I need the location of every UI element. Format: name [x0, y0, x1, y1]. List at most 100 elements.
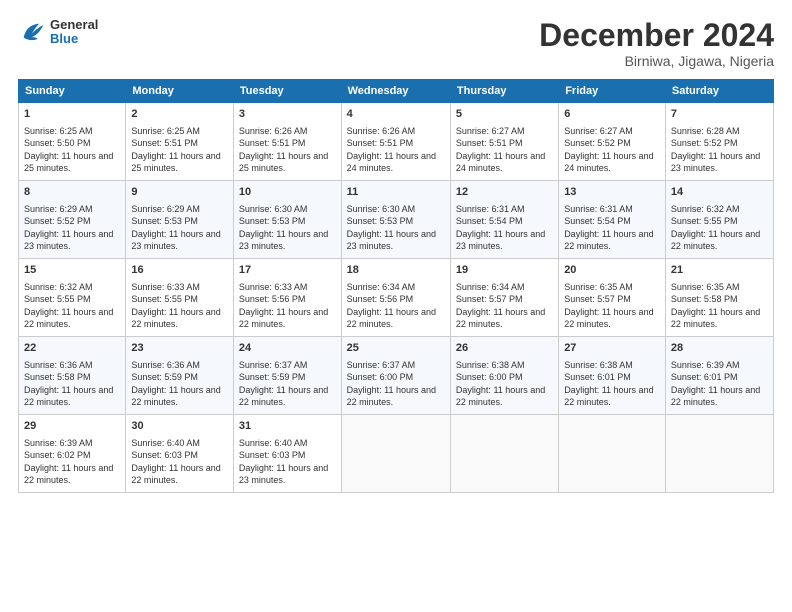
day-number: 6	[564, 107, 660, 122]
day-info: Sunset: 6:01 PM	[671, 371, 768, 384]
day-info: Sunset: 5:55 PM	[131, 293, 228, 306]
day-cell: 5Sunrise: 6:27 AMSunset: 5:51 PMDaylight…	[450, 103, 558, 181]
day-info: Daylight: 11 hours and 22 minutes.	[456, 306, 553, 331]
day-cell: 13Sunrise: 6:31 AMSunset: 5:54 PMDayligh…	[559, 181, 666, 259]
day-number: 14	[671, 185, 768, 200]
day-info: Sunrise: 6:29 AM	[131, 203, 228, 216]
day-info: Sunrise: 6:37 AM	[347, 359, 445, 372]
day-info: Sunset: 5:54 PM	[564, 215, 660, 228]
day-cell: 9Sunrise: 6:29 AMSunset: 5:53 PMDaylight…	[126, 181, 234, 259]
week-row-1: 1Sunrise: 6:25 AMSunset: 5:50 PMDaylight…	[19, 103, 774, 181]
day-number: 8	[24, 185, 120, 200]
day-number: 2	[131, 107, 228, 122]
day-cell: 25Sunrise: 6:37 AMSunset: 6:00 PMDayligh…	[341, 337, 450, 415]
day-number: 27	[564, 341, 660, 356]
day-info: Sunrise: 6:35 AM	[671, 281, 768, 294]
day-number: 4	[347, 107, 445, 122]
day-cell: 31Sunrise: 6:40 AMSunset: 6:03 PMDayligh…	[233, 415, 341, 493]
day-cell	[341, 415, 450, 493]
day-info: Sunrise: 6:39 AM	[671, 359, 768, 372]
day-info: Sunset: 5:54 PM	[456, 215, 553, 228]
day-cell: 30Sunrise: 6:40 AMSunset: 6:03 PMDayligh…	[126, 415, 234, 493]
day-info: Sunset: 5:53 PM	[239, 215, 336, 228]
day-cell: 27 Sunrise: 6:38 AMSunset: 6:01 PMDayligh…	[559, 337, 666, 415]
week-row-4: 22Sunrise: 6:36 AMSunset: 5:58 PMDayligh…	[19, 337, 774, 415]
day-cell: 1Sunrise: 6:25 AMSunset: 5:50 PMDaylight…	[19, 103, 126, 181]
day-cell: 3Sunrise: 6:26 AMSunset: 5:51 PMDaylight…	[233, 103, 341, 181]
day-info: Sunset: 6:03 PM	[239, 449, 336, 462]
day-info: Daylight: 11 hours and 22 minutes.	[131, 462, 228, 487]
day-info: Sunset: 5:53 PM	[347, 215, 445, 228]
day-info: Sunrise: 6:33 AM	[239, 281, 336, 294]
day-info: Sunrise: 6:40 AM	[239, 437, 336, 450]
day-number: 7	[671, 107, 768, 122]
day-info: Daylight: 11 hours and 23 minutes.	[347, 228, 445, 253]
page: General Blue December 2024 Birniwa, Jiga…	[0, 0, 792, 612]
day-info: Daylight: 11 hours and 22 minutes.	[24, 384, 120, 409]
weekday-header-row: SundayMondayTuesdayWednesdayThursdayFrid…	[19, 80, 774, 103]
logo-blue: Blue	[50, 32, 98, 46]
day-info: Daylight: 11 hours and 23 minutes.	[24, 228, 120, 253]
weekday-header-tuesday: Tuesday	[233, 80, 341, 103]
day-cell	[665, 415, 773, 493]
day-cell: 7Sunrise: 6:28 AMSunset: 5:52 PMDaylight…	[665, 103, 773, 181]
day-info: Daylight: 11 hours and 22 minutes.	[131, 384, 228, 409]
day-info: Sunrise: 6:26 AM	[347, 125, 445, 138]
day-info: Sunrise: 6:34 AM	[347, 281, 445, 294]
week-row-5: 29Sunrise: 6:39 AMSunset: 6:02 PMDayligh…	[19, 415, 774, 493]
day-info: Daylight: 11 hours and 22 minutes.	[671, 306, 768, 331]
day-info: Daylight: 11 hours and 24 minutes.	[456, 150, 553, 175]
day-cell: 17Sunrise: 6:33 AMSunset: 5:56 PMDayligh…	[233, 259, 341, 337]
location: Birniwa, Jigawa, Nigeria	[539, 53, 774, 69]
day-cell: 21Sunrise: 6:35 AMSunset: 5:58 PMDayligh…	[665, 259, 773, 337]
day-info: Sunrise: 6:38 AM	[456, 359, 553, 372]
day-info: Sunrise: 6:36 AM	[24, 359, 120, 372]
day-info: Daylight: 11 hours and 23 minutes.	[239, 228, 336, 253]
logo-general: General	[50, 18, 98, 32]
day-info: Sunset: 5:50 PM	[24, 137, 120, 150]
day-info: Sunset: 5:52 PM	[24, 215, 120, 228]
day-info: Sunrise: 6:38 AM	[564, 359, 660, 372]
day-info: Sunrise: 6:30 AM	[239, 203, 336, 216]
day-info: Sunrise: 6:26 AM	[239, 125, 336, 138]
day-cell: 18Sunrise: 6:34 AMSunset: 5:56 PMDayligh…	[341, 259, 450, 337]
day-number: 3	[239, 107, 336, 122]
day-info: Sunrise: 6:30 AM	[347, 203, 445, 216]
logo-text: General Blue	[50, 18, 98, 47]
day-cell: 20Sunrise: 6:35 AMSunset: 5:57 PMDayligh…	[559, 259, 666, 337]
day-number: 23	[131, 341, 228, 356]
day-cell: 8 Sunrise: 6:29 AMSunset: 5:52 PMDaylight…	[19, 181, 126, 259]
day-number: 25	[347, 341, 445, 356]
day-info: Sunrise: 6:25 AM	[131, 125, 228, 138]
day-number: 26	[456, 341, 553, 356]
day-info: Sunset: 5:52 PM	[564, 137, 660, 150]
day-number: 17	[239, 263, 336, 278]
day-number: 9	[131, 185, 228, 200]
day-cell: 2Sunrise: 6:25 AMSunset: 5:51 PMDaylight…	[126, 103, 234, 181]
day-info: Sunrise: 6:35 AM	[564, 281, 660, 294]
day-info: Sunrise: 6:27 AM	[564, 125, 660, 138]
day-info: Sunset: 6:01 PM	[564, 371, 660, 384]
day-info: Daylight: 11 hours and 22 minutes.	[564, 384, 660, 409]
weekday-header-sunday: Sunday	[19, 80, 126, 103]
day-info: Sunset: 5:51 PM	[456, 137, 553, 150]
day-number: 31	[239, 419, 336, 434]
weekday-header-wednesday: Wednesday	[341, 80, 450, 103]
day-info: Daylight: 11 hours and 22 minutes.	[239, 306, 336, 331]
day-info: Sunset: 5:59 PM	[131, 371, 228, 384]
day-info: Daylight: 11 hours and 22 minutes.	[671, 228, 768, 253]
day-cell: 15Sunrise: 6:32 AMSunset: 5:55 PMDayligh…	[19, 259, 126, 337]
day-cell: 19Sunrise: 6:34 AMSunset: 5:57 PMDayligh…	[450, 259, 558, 337]
day-info: Daylight: 11 hours and 22 minutes.	[456, 384, 553, 409]
day-info: Sunrise: 6:29 AM	[24, 203, 120, 216]
day-info: Daylight: 11 hours and 25 minutes.	[239, 150, 336, 175]
logo-bird-icon	[18, 18, 46, 46]
day-info: Sunrise: 6:25 AM	[24, 125, 120, 138]
day-info: Sunset: 5:55 PM	[24, 293, 120, 306]
day-info: Sunrise: 6:37 AM	[239, 359, 336, 372]
month-title: December 2024	[539, 18, 774, 53]
day-number: 30	[131, 419, 228, 434]
day-info: Sunset: 5:53 PM	[131, 215, 228, 228]
day-cell: 6Sunrise: 6:27 AMSunset: 5:52 PMDaylight…	[559, 103, 666, 181]
weekday-header-saturday: Saturday	[665, 80, 773, 103]
